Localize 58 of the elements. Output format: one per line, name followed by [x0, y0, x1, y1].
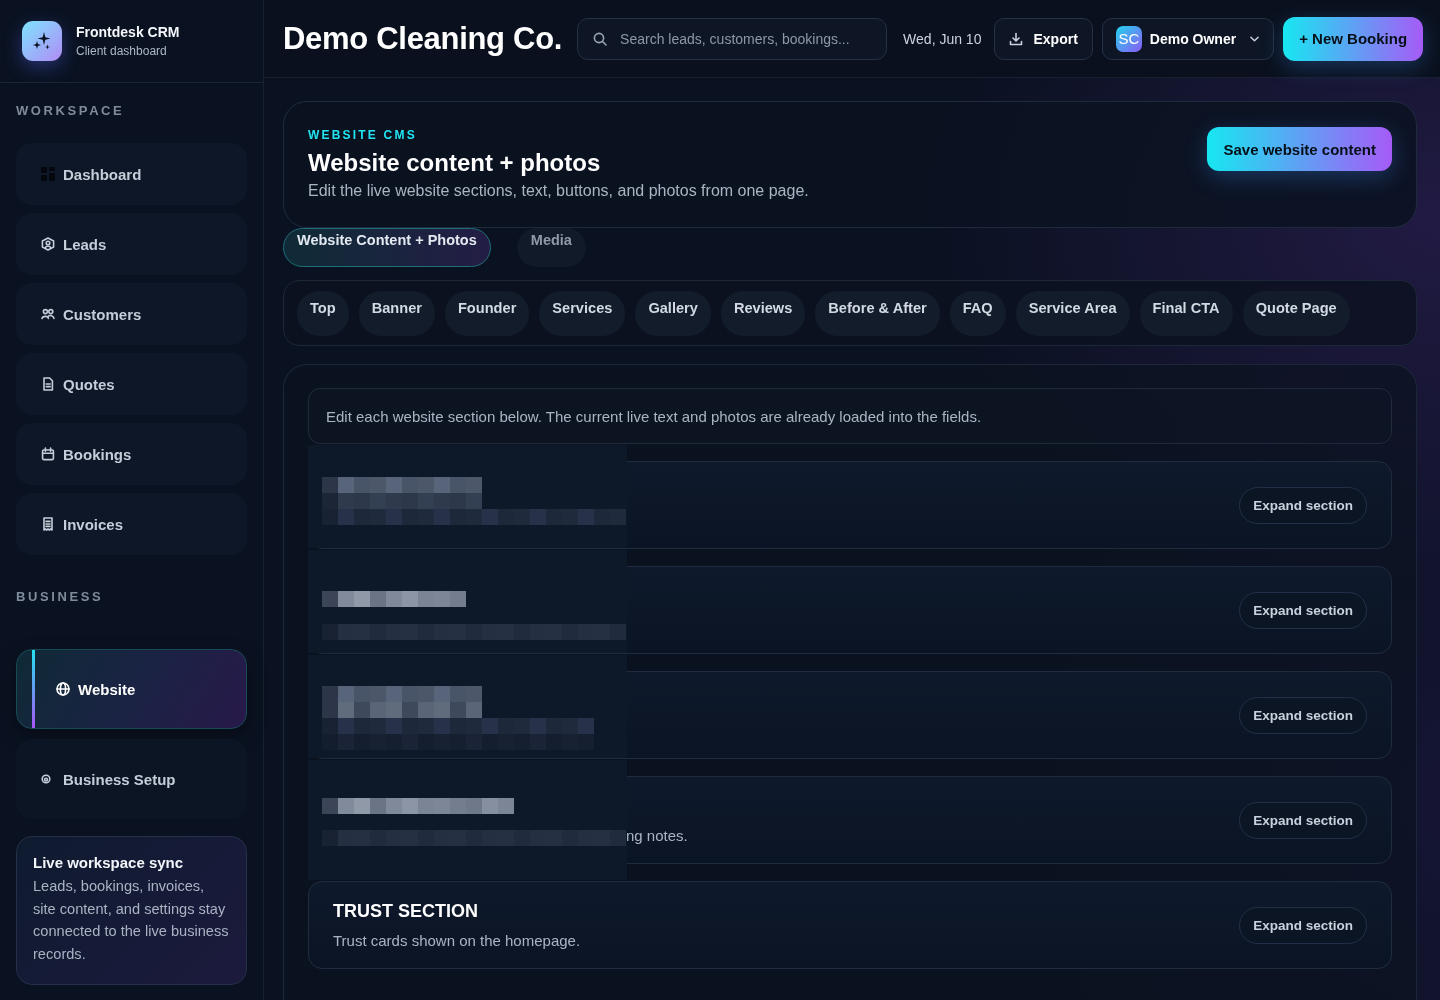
- section-label: WORKSPACE: [16, 103, 126, 118]
- new-booking-button[interactable]: + New Booking: [1283, 16, 1424, 61]
- eyebrow-label: WEBSITE CMS: [308, 128, 417, 142]
- chevron-down-icon: [1250, 35, 1260, 42]
- section-label: BUSINESS: [16, 589, 105, 604]
- globe-icon: [56, 682, 70, 696]
- section-description: Trust cards shown on the homepage.: [333, 930, 581, 951]
- section-pill[interactable]: Reviews: [720, 290, 806, 336]
- expand-button[interactable]: Expand section: [1239, 486, 1367, 524]
- intro-note: Edit each website section below. The current live text and photos are already loaded into the fields.: [308, 388, 1392, 444]
- tab[interactable]: Website Content + Photos: [283, 228, 491, 267]
- section-pill[interactable]: Service Area: [1015, 290, 1130, 336]
- user-avatar: SC: [1115, 25, 1142, 52]
- nav-item[interactable]: Dashboard: [16, 143, 247, 205]
- logo-icon: [22, 21, 62, 61]
- expand-button[interactable]: Expand section: [1239, 906, 1367, 944]
- expand-button[interactable]: Expand section: [1239, 591, 1367, 629]
- date-text: Wed, Jun 10: [903, 30, 982, 47]
- card-text: Leads, bookings, invoices, site content, and settings stay connected to the live business records.: [33, 877, 230, 965]
- section-pill[interactable]: Final CTA: [1139, 290, 1233, 336]
- app-subtitle: Client dashboard: [76, 44, 168, 58]
- people-icon: [41, 307, 55, 321]
- nav-item[interactable]: Website: [16, 649, 247, 729]
- save-button[interactable]: Save website content: [1207, 127, 1392, 171]
- section-pill[interactable]: Founder: [444, 290, 530, 336]
- card-heading: Website content + photos: [308, 149, 601, 177]
- page-title: Demo Cleaning Co.: [283, 20, 563, 57]
- receipt-icon: [41, 517, 55, 531]
- download-icon: [1009, 31, 1024, 46]
- nav-item[interactable]: Bookings: [16, 423, 247, 485]
- nav-item[interactable]: Leads: [16, 213, 247, 275]
- tab[interactable]: Media: [516, 228, 586, 267]
- nav-item[interactable]: Quotes: [16, 353, 247, 415]
- section-pill[interactable]: Gallery: [635, 290, 711, 336]
- app-name: Frontdesk CRM: [76, 24, 180, 40]
- section-title: TRUST SECTION: [333, 899, 478, 922]
- expand-button[interactable]: Expand section: [1239, 801, 1367, 839]
- section-pill[interactable]: Quote Page: [1242, 290, 1350, 336]
- section-pill[interactable]: FAQ: [949, 290, 1006, 336]
- grid-icon: [41, 167, 55, 181]
- section-description: ng notes.: [626, 825, 688, 846]
- ring-icon: [41, 774, 51, 784]
- section-pill[interactable]: Before & After: [815, 290, 940, 336]
- search-field[interactable]: Search leads, customers, bookings...: [577, 17, 888, 60]
- expand-button[interactable]: Expand section: [1239, 696, 1367, 734]
- card-title: Live workspace sync: [33, 854, 185, 871]
- nav-item[interactable]: Customers: [16, 283, 247, 345]
- calendar-icon: [41, 447, 55, 461]
- document-icon: [41, 377, 55, 391]
- section-pill[interactable]: Top: [297, 290, 349, 336]
- user-badge-icon: [41, 237, 55, 251]
- search-icon: [593, 31, 608, 46]
- card-description: Edit the live website sections, text, buttons, and photos from one page.: [308, 182, 809, 200]
- section-pill[interactable]: Services: [539, 290, 626, 336]
- nav-item[interactable]: Invoices: [16, 493, 247, 555]
- user-menu-button[interactable]: SC Demo Owner: [1101, 17, 1275, 60]
- section-pill[interactable]: Banner: [358, 290, 435, 336]
- export-button[interactable]: Export: [994, 17, 1093, 60]
